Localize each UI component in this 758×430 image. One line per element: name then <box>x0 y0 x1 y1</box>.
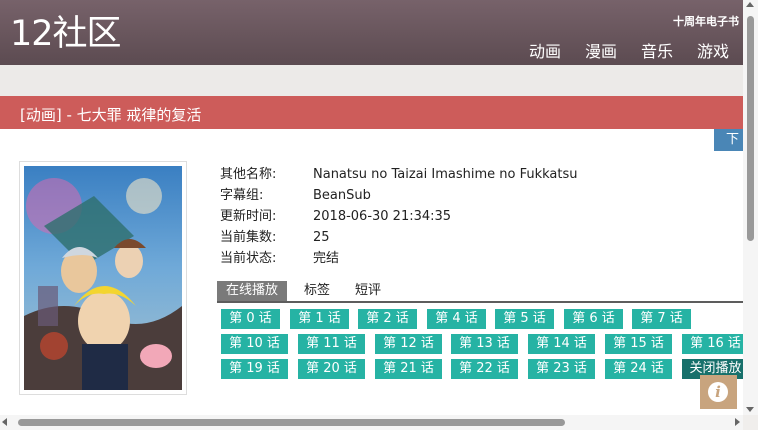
poster-frame <box>19 161 187 395</box>
info-row-status: 当前状态: 完结 <box>220 248 577 269</box>
info-row-updated: 更新时间: 2018-06-30 21:34:35 <box>220 206 577 227</box>
nav-item-games[interactable]: 游戏 <box>697 38 729 62</box>
info-label: 当前状态: <box>220 251 277 266</box>
scroll-up-arrow-icon[interactable] <box>746 2 754 7</box>
episode-button[interactable]: 第 13 话 <box>451 334 518 354</box>
site-logo[interactable]: 12社区 <box>10 14 122 54</box>
nav-item-music[interactable]: 音乐 <box>641 38 673 62</box>
episode-button[interactable]: 第 24 话 <box>605 359 672 379</box>
episode-button[interactable]: 第 12 话 <box>375 334 442 354</box>
info-value: BeanSub <box>313 188 371 203</box>
info-row-alt-name: 其他名称: Nanatsu no Taizai Imashime no Fukka… <box>220 164 577 185</box>
episode-button[interactable]: 第 0 话 <box>221 309 280 329</box>
info-button[interactable]: i <box>700 375 737 409</box>
info-value: Nanatsu no Taizai Imashime no Fukkatsu <box>313 167 578 182</box>
title-bar: [动画] - 七大罪 戒律的复活 <box>0 96 743 129</box>
anime-poster-image <box>24 166 182 390</box>
scroll-down-arrow-icon[interactable] <box>746 407 754 412</box>
nav-item-manga[interactable]: 漫画 <box>585 38 617 62</box>
page-title: [动画] - 七大罪 戒律的复活 <box>20 106 202 124</box>
episode-button[interactable]: 第 14 话 <box>528 334 595 354</box>
episode-button[interactable]: 第 16 话 <box>682 334 743 354</box>
episode-button[interactable]: 第 20 话 <box>298 359 365 379</box>
info-value: 2018-06-30 21:34:35 <box>313 209 452 224</box>
download-button[interactable]: 下载 <box>714 129 743 151</box>
tab-short-reviews[interactable]: 短评 <box>355 281 381 301</box>
episode-button[interactable]: 第 22 话 <box>451 359 518 379</box>
episode-button[interactable]: 第 23 话 <box>528 359 595 379</box>
episode-list: 第 0 话 第 1 话 第 2 话 第 4 话 第 5 话 第 6 话 第 7 … <box>221 309 743 385</box>
info-value: 完结 <box>313 251 340 266</box>
info-label: 其他名称: <box>220 167 277 182</box>
episode-button[interactable]: 第 11 话 <box>298 334 365 354</box>
vertical-scroll-thumb[interactable] <box>747 16 754 241</box>
episode-button[interactable]: 第 6 话 <box>564 309 623 329</box>
site-header: 12社区 十周年电子书 动画 漫画 音乐 游戏 <box>0 0 743 65</box>
episode-button[interactable]: 第 2 话 <box>358 309 417 329</box>
anniversary-ebook-link[interactable]: 十周年电子书 <box>673 13 739 29</box>
info-value: 25 <box>313 230 330 245</box>
vertical-scrollbar[interactable] <box>743 0 758 415</box>
header-spacer <box>0 65 743 96</box>
horizontal-scrollbar[interactable] <box>0 415 743 430</box>
episode-button[interactable]: 第 1 话 <box>290 309 349 329</box>
episode-button[interactable]: 第 4 话 <box>427 309 486 329</box>
episode-button[interactable]: 第 10 话 <box>221 334 288 354</box>
main-nav: 动画 漫画 音乐 游戏 <box>505 38 729 62</box>
info-label: 更新时间: <box>220 209 277 224</box>
info-icon: i <box>708 382 728 402</box>
info-label: 字幕组: <box>220 188 264 203</box>
tab-tags[interactable]: 标签 <box>304 281 330 301</box>
episode-button[interactable]: 第 15 话 <box>605 334 672 354</box>
info-label: 当前集数: <box>220 230 277 245</box>
episode-button[interactable]: 第 7 话 <box>632 309 691 329</box>
scroll-left-arrow-icon[interactable] <box>2 418 7 426</box>
scroll-right-arrow-icon[interactable] <box>735 418 740 426</box>
episode-button[interactable]: 第 19 话 <box>221 359 288 379</box>
info-row-episode-count: 当前集数: 25 <box>220 227 577 248</box>
anime-info: 其他名称: Nanatsu no Taizai Imashime no Fukka… <box>220 164 577 269</box>
info-row-subgroup: 字幕组: BeanSub <box>220 185 577 206</box>
main-content: 下载 <box>0 129 743 415</box>
episode-button[interactable]: 第 21 话 <box>375 359 442 379</box>
tab-online-play[interactable]: 在线播放 <box>217 281 288 301</box>
episode-button[interactable]: 第 5 话 <box>495 309 554 329</box>
horizontal-scroll-thumb[interactable] <box>18 419 565 426</box>
tab-bar: 在线播放 标签 短评 <box>217 281 743 303</box>
nav-item-anime[interactable]: 动画 <box>529 38 561 62</box>
